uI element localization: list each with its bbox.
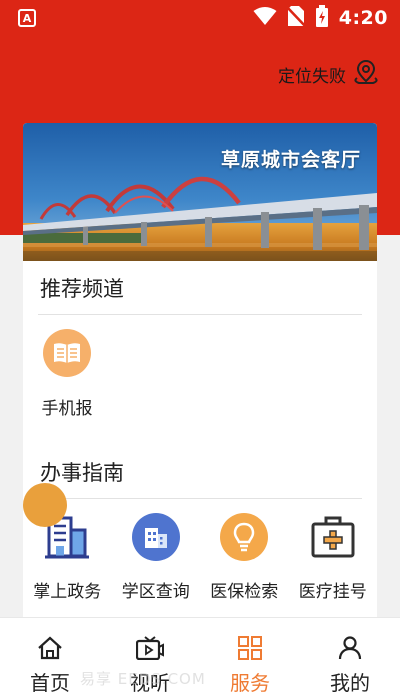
- guide-label: 医疗挂号: [298, 582, 367, 602]
- banner[interactable]: 草原城市会客厅: [23, 123, 377, 261]
- status-time: 4:20: [338, 7, 388, 29]
- bottom-nav: 首页 视听 服务 我的: [0, 617, 400, 700]
- nav-label: 我的: [330, 671, 370, 695]
- nav-item-home[interactable]: 首页: [0, 618, 100, 700]
- user-icon: [338, 636, 362, 664]
- nav-item-video[interactable]: 视听: [100, 618, 200, 700]
- channel-label: 手机报: [41, 399, 93, 419]
- guide-item-medical-insurance[interactable]: 医保检索: [200, 513, 289, 602]
- no-sim-icon: [285, 5, 306, 31]
- banner-title: 草原城市会客厅: [220, 149, 361, 171]
- guide-label: 掌上政务: [33, 582, 102, 602]
- guide-item-gov-affairs[interactable]: 掌上政务: [23, 513, 112, 602]
- grid-icon: [237, 636, 263, 664]
- status-bar: A 4:20: [0, 0, 400, 36]
- channel-item-mobile-news[interactable]: 手机报: [23, 329, 111, 419]
- recommended-channels: 手机报: [23, 315, 377, 419]
- guide-item-school-district[interactable]: 学区查询: [112, 513, 201, 602]
- wifi-icon: [253, 6, 277, 30]
- home-icon: [37, 636, 63, 664]
- guide-section-header: 办事指南: [38, 445, 362, 499]
- nav-label: 视听: [130, 671, 170, 695]
- recommended-section-header: 推荐频道: [38, 261, 362, 315]
- guide-item-medical-registration[interactable]: 医疗挂号: [289, 513, 378, 602]
- battery-icon: [315, 5, 329, 31]
- section-title: 办事指南: [40, 460, 124, 485]
- school-building-icon: [131, 513, 180, 561]
- newspaper-icon: [43, 329, 91, 377]
- banner-bridge-illustration: [23, 123, 377, 261]
- app-notification-icon: A: [18, 9, 36, 27]
- guide-label: 学区查询: [121, 582, 190, 602]
- location-button[interactable]: 定位失败: [278, 58, 380, 90]
- lightbulb-icon: [220, 513, 269, 561]
- video-icon: [135, 636, 164, 664]
- partially-visible-guide-icon[interactable]: [23, 483, 67, 527]
- medical-kit-icon: [309, 513, 357, 561]
- nav-item-services[interactable]: 服务: [200, 618, 300, 700]
- nav-label: 首页: [30, 671, 70, 695]
- guide-label: 医保检索: [210, 582, 279, 602]
- location-pin-icon: [352, 58, 380, 90]
- location-text: 定位失败: [278, 66, 346, 87]
- main-card: 草原城市会客厅 推荐频道 手机报 办事指南 掌上政务 学区查询 医保检索 医疗挂…: [23, 123, 377, 623]
- section-title: 推荐频道: [40, 276, 124, 301]
- nav-label: 服务: [230, 671, 270, 695]
- nav-item-mine[interactable]: 我的: [300, 618, 400, 700]
- guide-grid: 掌上政务 学区查询 医保检索 医疗挂号: [23, 499, 377, 602]
